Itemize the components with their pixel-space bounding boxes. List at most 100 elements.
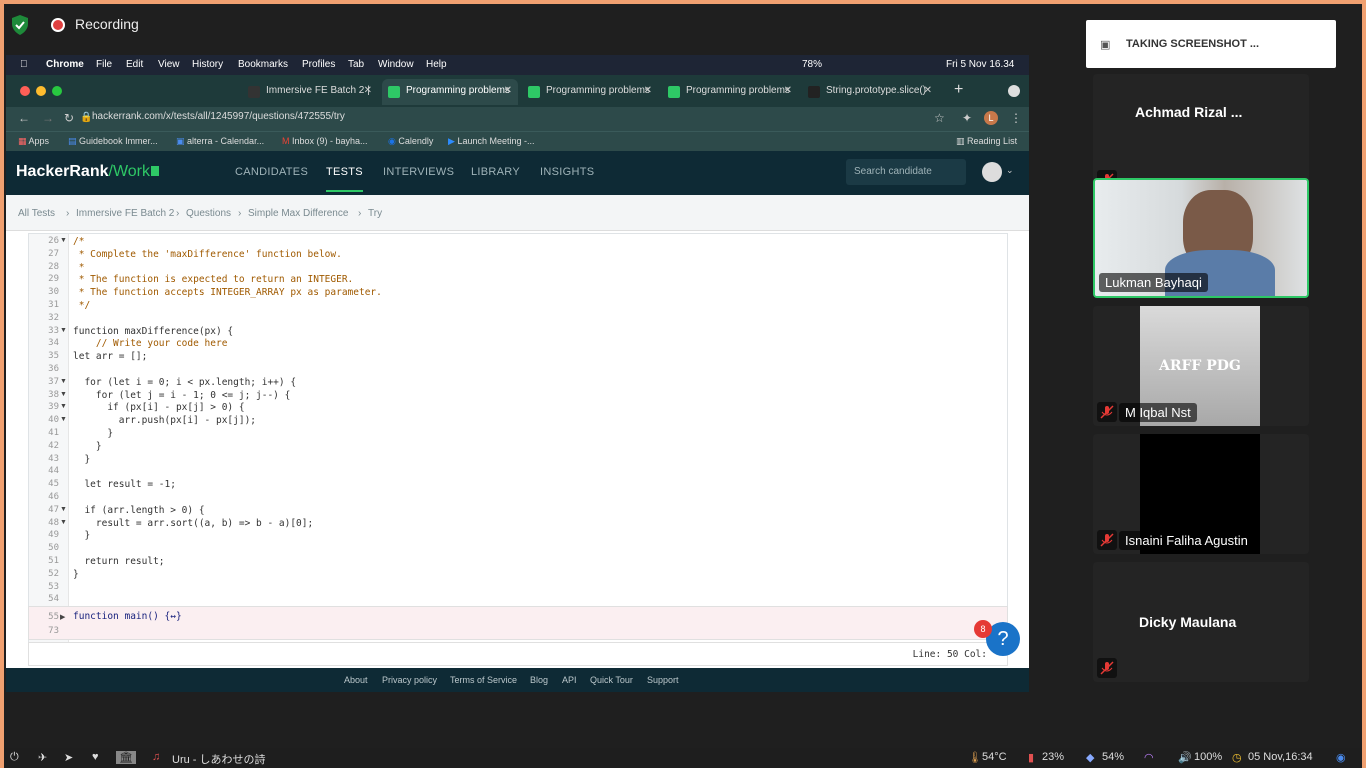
footer-blog[interactable]: Blog [530,675,548,685]
participant-name: M Iqbal Nst [1119,403,1197,422]
fold-collapse-icon[interactable]: ▼ [60,327,67,334]
hackerrank-logo[interactable]: HackerRank/Work [16,163,159,181]
bookmark-label: Inbox (9) - bayha... [292,136,368,146]
profile-avatar[interactable]: L [984,111,998,125]
participant-tile[interactable]: Isnaini Faliha Agustin [1093,434,1309,554]
crumb-all-tests[interactable]: All Tests [18,208,55,219]
memory-usage: 54% [1102,751,1125,763]
close-window-icon[interactable] [20,86,30,96]
minimize-window-icon[interactable] [36,86,46,96]
fold-expand-icon[interactable]: ▶ [60,613,65,621]
footer-quick-tour[interactable]: Quick Tour [590,675,633,685]
nav-library[interactable]: LIBRARY [471,166,520,178]
user-avatar[interactable] [982,162,1002,182]
tab-programming-2[interactable]: Programming problems ✕ [522,79,658,105]
footer-about[interactable]: About [344,675,368,685]
menu-window[interactable]: Window [378,59,414,70]
send-icon[interactable]: ➤ [64,751,73,764]
reload-icon[interactable]: ↻ [64,111,74,125]
crumb-questions[interactable]: Questions [186,208,231,219]
url-input[interactable]: hackerrank.com/x/tests/all/1245997/quest… [92,111,345,122]
footer-privacy[interactable]: Privacy policy [382,675,437,685]
mdn-favicon-icon [808,86,820,98]
participant-tile[interactable]: Dicky Maulana [1093,562,1309,682]
hackerrank-favicon-icon [668,86,680,98]
power-icon[interactable]: ⏻ [10,751,19,764]
kebab-menu-icon[interactable]: ⋮ [1010,111,1022,125]
plane-icon[interactable]: ✈ [38,751,47,764]
logo-main: HackerRank [16,163,109,180]
menu-tab[interactable]: Tab [348,59,364,70]
menu-bookmarks[interactable]: Bookmarks [238,59,288,70]
fold-collapse-icon[interactable]: ▼ [60,506,67,513]
tab-programming-active[interactable]: Programming problems ✕ [382,79,518,105]
reading-list[interactable]: ▥ Reading List [956,136,1017,147]
memory-icon: ◆ [1086,752,1095,764]
footer-support[interactable]: Support [647,675,679,685]
chevron-down-icon[interactable]: ⌄ [1006,165,1014,176]
code-editor[interactable]: 26 ▼ 27 28 29 30 31 32 33 ▼ 34 35 36 37 ▼ 38 ▼ 39 ▼ 40 ▼ 41 42… [28,233,1008,661]
volume-icon[interactable]: 🔊 [1178,751,1192,764]
now-playing: Uru - しあわせの詩 [172,754,266,766]
breadcrumb: All Tests › Immersive FE Batch 2 › Quest… [6,195,1029,231]
fold-collapse-icon[interactable]: ▼ [60,237,67,244]
participant-tile[interactable]: ARFF PDG M Iqbal Nst [1093,306,1309,426]
bookmark-calendar[interactable]: ▣ alterra - Calendar... [176,136,264,147]
bank-icon[interactable]: 🏛 [116,751,136,764]
close-icon[interactable]: ✕ [784,85,792,96]
fold-collapse-icon[interactable]: ▼ [60,519,67,526]
doc-icon: ▤ [68,136,77,146]
close-icon[interactable]: ✕ [364,85,372,96]
lock-icon[interactable]: 🔒 [80,112,92,123]
record-icon[interactable] [51,18,65,32]
menu-app[interactable]: Chrome [46,59,84,70]
extensions-icon[interactable]: ✦ [962,111,972,125]
close-icon[interactable]: ✕ [924,85,932,96]
code-line: * [73,261,85,273]
menu-profiles[interactable]: Profiles [302,59,335,70]
fold-collapse-icon[interactable]: ▼ [60,378,67,385]
bookmark-calendly[interactable]: ◉ Calendly [388,136,433,147]
code-line: result = arr.sort((a, b) => b - a)[0]; [73,517,314,529]
fold-collapse-icon[interactable]: ▼ [60,403,67,410]
back-icon[interactable]: ← [18,111,30,125]
crumb-batch[interactable]: Immersive FE Batch 2 [76,208,174,219]
menu-history[interactable]: History [192,59,223,70]
bookmark-guidebook[interactable]: ▤ Guidebook Immer... [68,136,158,147]
tab-immersive[interactable]: Immersive FE Batch 2 | ✕ [242,79,378,105]
close-icon[interactable]: ✕ [504,85,512,96]
tab-programming-3[interactable]: Programming problems ✕ [662,79,798,105]
tab-mdn-slice[interactable]: String.prototype.slice() ✕ [802,79,938,105]
apple-icon[interactable]:  [20,59,28,70]
bookmark-star-icon[interactable]: ☆ [934,111,945,125]
bookmark-apps[interactable]: ▦ Apps [18,136,49,147]
collapsed-code-region[interactable]: 55 ▶ function main() {↔} 73 [28,606,1008,640]
footer-terms[interactable]: Terms of Service [450,675,517,685]
line-number: 34 [48,338,59,349]
fold-collapse-icon[interactable]: ▼ [60,416,67,423]
menu-help[interactable]: Help [426,59,447,70]
tab-search-icon[interactable] [1008,85,1020,97]
tray-app-icon[interactable]: ◉ [1336,751,1346,764]
crumb-question[interactable]: Simple Max Difference [248,208,348,219]
forward-icon[interactable]: → [42,111,54,125]
close-icon[interactable]: ✕ [644,85,652,96]
search-candidate-input[interactable]: Search candidate [846,159,966,185]
bookmark-inbox[interactable]: M Inbox (9) - bayha... [282,136,368,146]
browser-window:  Chrome File Edit View History Bookmark… [6,55,1029,692]
menu-edit[interactable]: Edit [126,59,143,70]
participant-tile[interactable]: Achmad Rizal ... [1093,74,1309,194]
footer-api[interactable]: API [562,675,577,685]
menu-view[interactable]: View [158,59,180,70]
new-tab-icon[interactable]: + [954,81,963,99]
maximize-window-icon[interactable] [52,86,62,96]
nav-insights[interactable]: INSIGHTS [540,166,594,178]
fold-collapse-icon[interactable]: ▼ [60,391,67,398]
nav-interviews[interactable]: INTERVIEWS [383,166,454,178]
participant-tile-active-speaker[interactable]: Lukman Bayhaqi [1093,178,1309,298]
nav-candidates[interactable]: CANDIDATES [235,166,308,178]
nav-tests[interactable]: TESTS [326,166,363,192]
bookmark-launch-meeting[interactable]: ▶ Launch Meeting -... [448,136,534,147]
heart-icon[interactable]: ♥ [92,751,99,763]
menu-file[interactable]: File [96,59,112,70]
